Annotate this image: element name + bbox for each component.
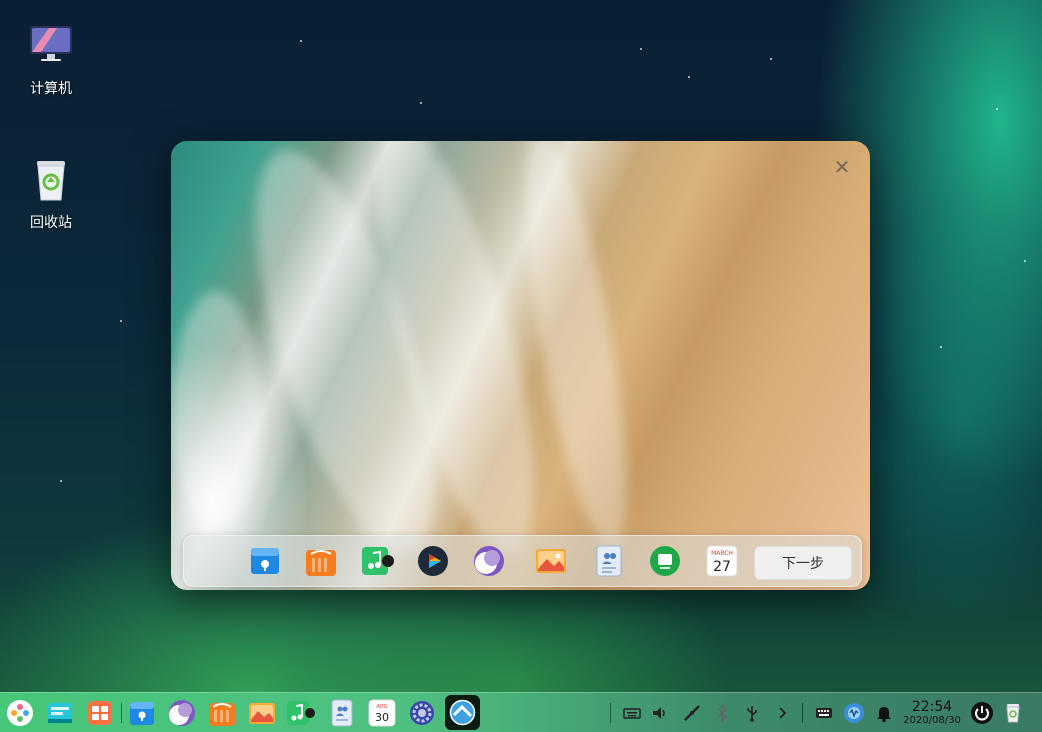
volume-icon[interactable]	[650, 703, 670, 723]
browser-icon[interactable]	[167, 698, 197, 728]
show-desktop-icon[interactable]	[85, 698, 115, 728]
star	[420, 102, 422, 104]
taskbar-separator	[121, 703, 122, 723]
clock[interactable]: 22:54 2020/08/30	[900, 699, 964, 727]
star	[300, 40, 302, 42]
assistant-icon[interactable]	[843, 702, 865, 724]
star	[996, 108, 998, 110]
image-viewer-icon[interactable]	[247, 698, 277, 728]
welcome-dock-preview: MARCH 27 下一步	[183, 535, 862, 587]
taskbar-separator	[802, 703, 803, 723]
calendar-month-text: AUG	[377, 704, 388, 710]
star	[640, 48, 642, 50]
star	[770, 58, 772, 60]
multitask-view-icon[interactable]	[45, 698, 75, 728]
calendar-icon[interactable]: AUG 30	[367, 698, 397, 728]
video-player-icon[interactable]	[416, 544, 450, 578]
calendar-day-text: 30	[375, 711, 389, 724]
star	[120, 320, 122, 322]
star	[1024, 260, 1026, 262]
star	[60, 480, 62, 482]
settings-icon[interactable]	[407, 698, 437, 728]
app-store-icon[interactable]	[127, 698, 157, 728]
image-viewer-icon[interactable]	[534, 544, 568, 578]
power-icon[interactable]	[970, 701, 994, 725]
welcome-app-icon[interactable]	[445, 695, 480, 730]
next-step-button[interactable]: 下一步	[754, 546, 852, 580]
music-icon[interactable]	[360, 544, 394, 578]
desktop-icon-label: 计算机	[30, 81, 72, 97]
welcome-dialog: ✕ MARCH 27 下一步	[171, 141, 870, 590]
network-icon[interactable]	[682, 703, 702, 723]
trash-icon	[27, 158, 75, 206]
clock-date: 2020/08/30	[903, 715, 961, 726]
contacts-icon[interactable]	[592, 544, 626, 578]
chevron-right-icon[interactable]	[772, 703, 792, 723]
taskbar-separator	[610, 703, 611, 723]
shop-icon[interactable]	[207, 698, 237, 728]
keyboard-icon[interactable]	[622, 703, 642, 723]
app-store-icon[interactable]	[248, 544, 282, 578]
launcher-icon[interactable]	[5, 698, 35, 728]
shop-icon[interactable]	[304, 544, 338, 578]
close-button[interactable]: ✕	[830, 155, 854, 179]
star	[940, 346, 942, 348]
onscreen-keyboard-icon[interactable]	[814, 703, 834, 723]
notification-bell-icon[interactable]	[874, 703, 894, 723]
music-icon[interactable]	[285, 698, 315, 728]
calendar-icon[interactable]: MARCH 27	[705, 544, 739, 578]
browser-icon[interactable]	[472, 544, 506, 578]
wave-foam	[171, 291, 261, 531]
desktop-icon-label: 回收站	[30, 215, 72, 231]
chat-icon[interactable]	[648, 544, 682, 578]
desktop-icon-computer[interactable]: 计算机	[11, 24, 91, 98]
star	[688, 76, 690, 78]
calendar-day-text: 27	[713, 559, 731, 575]
computer-icon	[27, 24, 75, 72]
usb-icon[interactable]	[742, 703, 762, 723]
taskbar: AUG 30 22:54 2020/08/30	[0, 692, 1042, 732]
bluetooth-icon[interactable]	[712, 703, 732, 723]
calendar-month-text: MARCH	[711, 550, 733, 557]
contacts-icon[interactable]	[327, 698, 357, 728]
trash-icon[interactable]	[1002, 702, 1024, 724]
desktop-icon-trash[interactable]: 回收站	[11, 158, 91, 232]
clock-time: 22:54	[911, 699, 953, 715]
